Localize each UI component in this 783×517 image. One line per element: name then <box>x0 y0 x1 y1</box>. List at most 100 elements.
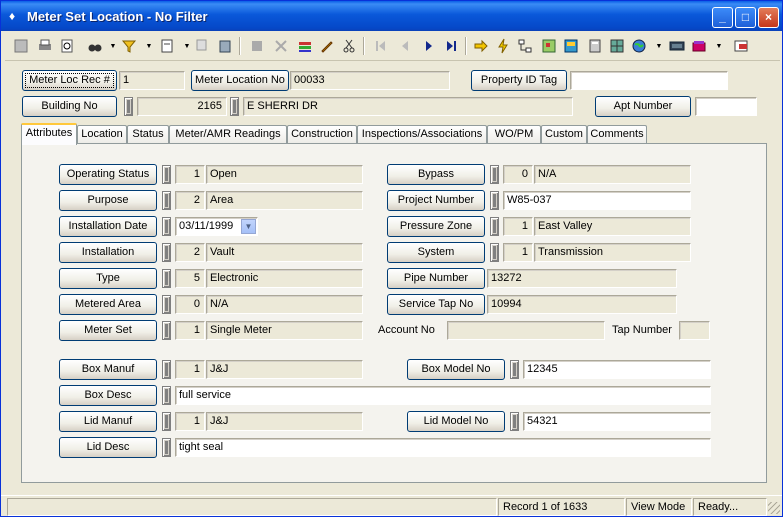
tab-wo-pm[interactable]: WO/PM <box>487 125 541 144</box>
record-marker[interactable] <box>162 360 171 379</box>
copy-icon[interactable] <box>193 36 213 56</box>
chevron-down-icon[interactable]: ▼ <box>139 36 159 56</box>
chevron-down-icon[interactable]: ▼ <box>241 219 256 234</box>
maximize-button[interactable]: □ <box>735 7 756 28</box>
lightning-icon[interactable] <box>493 36 513 56</box>
meter-location-no-field[interactable]: 00033 <box>290 71 450 90</box>
record-marker[interactable] <box>490 191 499 210</box>
box-desc-button[interactable]: Box Desc <box>59 385 157 406</box>
map-icon[interactable] <box>539 36 559 56</box>
street-field[interactable]: E SHERRI DR <box>243 97 573 116</box>
minimize-button[interactable]: _ <box>712 7 733 28</box>
box-manuf-button[interactable]: Box Manuf <box>59 359 157 380</box>
record-marker[interactable] <box>162 243 171 262</box>
record-marker[interactable] <box>162 438 171 457</box>
tab-construction[interactable]: Construction <box>287 125 357 144</box>
record-marker[interactable] <box>162 295 171 314</box>
books-icon[interactable] <box>689 36 709 56</box>
hierarchy-icon[interactable] <box>515 36 535 56</box>
record-marker[interactable] <box>162 191 171 210</box>
chevron-down-icon[interactable]: ▼ <box>649 36 669 56</box>
box-desc-field[interactable]: full service <box>175 386 711 405</box>
record-marker[interactable] <box>490 217 499 236</box>
operating-status-button[interactable]: Operating Status <box>59 164 157 185</box>
print-icon[interactable] <box>35 36 55 56</box>
pressure-zone-code[interactable]: 1 <box>503 217 533 236</box>
pencil-icon[interactable] <box>317 36 337 56</box>
pipe-number-button[interactable]: Pipe Number <box>387 268 485 289</box>
meter-loc-rec-field[interactable]: 1 <box>119 71 185 90</box>
paste-icon[interactable] <box>215 36 235 56</box>
installation-date-button[interactable]: Installation Date <box>59 216 157 237</box>
system-code[interactable]: 1 <box>503 243 533 262</box>
record-marker[interactable] <box>124 97 133 116</box>
arrow-right-icon[interactable] <box>471 36 491 56</box>
title-bar[interactable]: ♦ Meter Set Location - No Filter _ □ × <box>1 1 782 31</box>
list-icon[interactable] <box>11 36 31 56</box>
record-marker[interactable] <box>230 97 239 116</box>
globe-icon[interactable] <box>629 36 649 56</box>
tab-custom[interactable]: Custom <box>541 125 587 144</box>
record-marker[interactable] <box>162 386 171 405</box>
tab-attributes[interactable]: Attributes <box>21 123 77 145</box>
print-preview-icon[interactable] <box>57 36 77 56</box>
filter-icon[interactable] <box>119 36 139 56</box>
chevron-down-icon[interactable]: ▼ <box>709 36 729 56</box>
record-marker[interactable] <box>510 412 519 431</box>
lid-desc-field[interactable]: tight seal <box>175 438 711 457</box>
installation-code[interactable]: 2 <box>175 243 205 262</box>
tab-status[interactable]: Status <box>127 125 169 144</box>
lid-manuf-button[interactable]: Lid Manuf <box>59 411 157 432</box>
record-marker[interactable] <box>490 165 499 184</box>
calculator-icon[interactable] <box>585 36 605 56</box>
last-record-icon[interactable] <box>441 36 461 56</box>
operating-status-code[interactable]: 1 <box>175 165 205 184</box>
binoculars-icon[interactable] <box>85 36 105 56</box>
record-marker[interactable] <box>510 360 519 379</box>
exit-icon[interactable] <box>731 36 751 56</box>
map-icon[interactable] <box>561 36 581 56</box>
bypass-code[interactable]: 0 <box>503 165 533 184</box>
box-model-no-button[interactable]: Box Model No <box>407 359 505 380</box>
box-manuf-code[interactable]: 1 <box>175 360 205 379</box>
record-marker[interactable] <box>162 269 171 288</box>
meter-location-no-button[interactable]: Meter Location No <box>191 70 289 91</box>
page-icon[interactable] <box>157 36 177 56</box>
pressure-zone-button[interactable]: Pressure Zone <box>387 216 485 237</box>
delete-icon[interactable] <box>271 36 291 56</box>
meter-set-button[interactable]: Meter Set <box>59 320 157 341</box>
resize-grip[interactable] <box>768 502 780 514</box>
installation-date-select[interactable]: 03/11/1999 ▼ <box>175 217 258 236</box>
record-marker[interactable] <box>162 165 171 184</box>
service-tap-no-button[interactable]: Service Tap No <box>387 294 485 315</box>
metered-area-button[interactable]: Metered Area <box>59 294 157 315</box>
building-no-button[interactable]: Building No <box>22 96 117 117</box>
stop-icon[interactable] <box>247 36 267 56</box>
lid-desc-button[interactable]: Lid Desc <box>59 437 157 458</box>
apt-number-field[interactable] <box>695 97 757 116</box>
tab-comments[interactable]: Comments <box>587 125 647 144</box>
previous-record-icon[interactable] <box>395 36 415 56</box>
tab-inspections-associations[interactable]: Inspections/Associations <box>357 125 487 144</box>
tab-meter-amr-readings[interactable]: Meter/AMR Readings <box>169 125 287 144</box>
metered-area-code[interactable]: 0 <box>175 295 205 314</box>
lid-model-no-field[interactable]: 54321 <box>523 412 711 431</box>
record-marker[interactable] <box>162 217 171 236</box>
purpose-button[interactable]: Purpose <box>59 190 157 211</box>
box-model-no-field[interactable]: 12345 <box>523 360 711 379</box>
project-number-field[interactable]: W85-037 <box>503 191 691 210</box>
purpose-code[interactable]: 2 <box>175 191 205 210</box>
building-no-field[interactable]: 2165 <box>137 97 227 116</box>
project-number-button[interactable]: Project Number <box>387 190 485 211</box>
map-grid-icon[interactable] <box>607 36 627 56</box>
lid-model-no-button[interactable]: Lid Model No <box>407 411 505 432</box>
keyboard-icon[interactable] <box>667 36 687 56</box>
system-button[interactable]: System <box>387 242 485 263</box>
stack-icon[interactable] <box>295 36 315 56</box>
meter-set-code[interactable]: 1 <box>175 321 205 340</box>
tab-location[interactable]: Location <box>77 125 127 144</box>
record-marker[interactable] <box>162 412 171 431</box>
first-record-icon[interactable] <box>371 36 391 56</box>
bypass-button[interactable]: Bypass <box>387 164 485 185</box>
lid-manuf-code[interactable]: 1 <box>175 412 205 431</box>
